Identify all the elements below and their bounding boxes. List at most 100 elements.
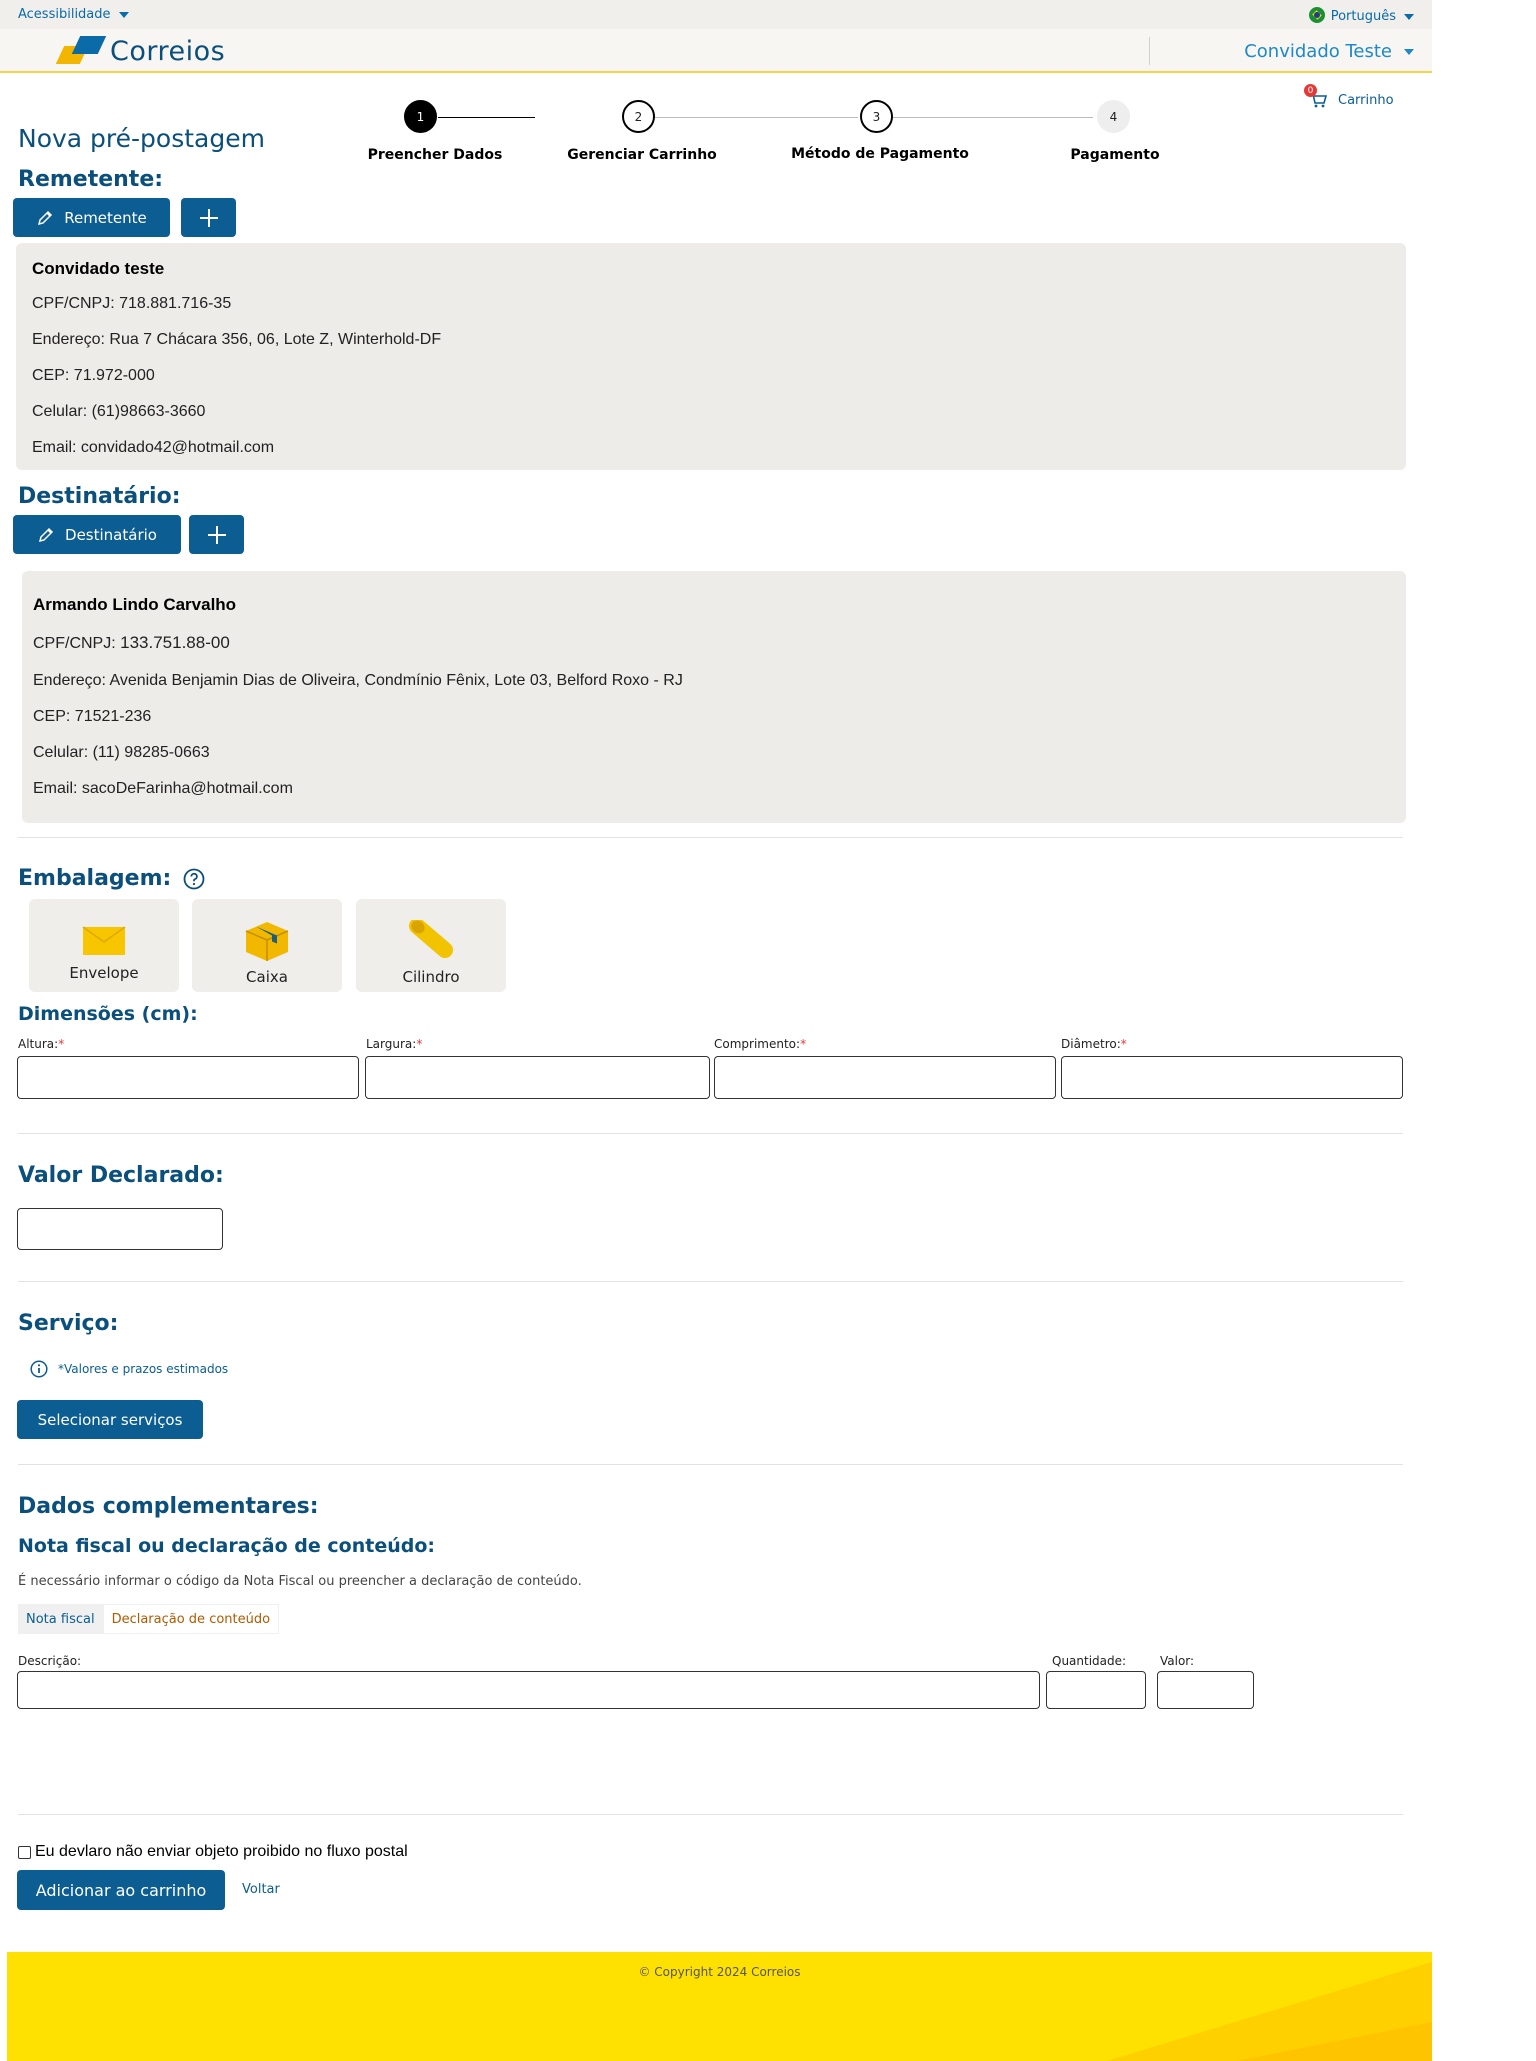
edit-recipient-label: Destinatário bbox=[65, 525, 157, 544]
step-1-label: Preencher Dados bbox=[367, 147, 503, 163]
value-input[interactable] bbox=[1157, 1671, 1254, 1709]
sender-email: Email: convidado42@hotmail.com bbox=[32, 439, 275, 456]
height-label-text: Altura: bbox=[18, 1037, 59, 1051]
top-bar: Acessibilidade Português bbox=[0, 0, 1432, 29]
select-services-button[interactable]: Selecionar serviços bbox=[17, 1400, 203, 1439]
invoice-hint: É necessário informar o código da Nota F… bbox=[18, 1574, 582, 1589]
divider bbox=[18, 1464, 1403, 1465]
height-input[interactable] bbox=[17, 1056, 359, 1099]
service-heading: Serviço: bbox=[18, 1311, 119, 1336]
step-2-label: Gerenciar Carrinho bbox=[567, 147, 717, 163]
description-input[interactable] bbox=[17, 1671, 1040, 1709]
tab-content-declaration[interactable]: Declaração de conteúdo bbox=[102, 1604, 280, 1634]
required-mark: * bbox=[800, 1037, 807, 1051]
packaging-label: Caixa bbox=[246, 968, 288, 986]
step-connector bbox=[438, 117, 535, 118]
accessibility-menu[interactable]: Acessibilidade bbox=[18, 7, 129, 22]
packaging-option-box[interactable]: Caixa bbox=[192, 899, 342, 992]
edit-recipient-button[interactable]: Destinatário bbox=[13, 515, 181, 554]
sender-heading: Remetente: bbox=[18, 167, 164, 192]
packaging-label: Envelope bbox=[69, 964, 139, 982]
sender-address: Endereço: Rua 7 Chácara 356, 06, Lote Z,… bbox=[32, 331, 442, 348]
width-label: Largura:* bbox=[366, 1037, 422, 1051]
correios-logo[interactable]: Correios bbox=[55, 29, 225, 73]
recipient-cpf: CPF/CNPJ: 133.751.88-00 bbox=[33, 633, 230, 653]
recipient-phone: Celular: (11) 98285-0663 bbox=[33, 744, 210, 761]
pencil-icon bbox=[37, 526, 55, 544]
recipient-cpf-label: CPF/CNPJ: bbox=[33, 635, 121, 652]
service-note-text: *Valores e prazos estimados bbox=[58, 1362, 229, 1376]
chevron-down-icon bbox=[118, 11, 129, 18]
length-input[interactable] bbox=[714, 1056, 1056, 1099]
declaration-checkbox-label[interactable]: Eu devlaro não enviar objeto proibido no… bbox=[35, 1843, 408, 1861]
packaging-option-cylinder[interactable]: Cilindro bbox=[356, 899, 506, 992]
divider bbox=[18, 1814, 1403, 1815]
quantity-label: Quantidade: bbox=[1052, 1654, 1127, 1668]
cylinder-icon bbox=[409, 920, 453, 960]
declared-value-input[interactable] bbox=[17, 1208, 223, 1250]
add-to-cart-button[interactable]: Adicionar ao carrinho bbox=[17, 1870, 225, 1910]
edit-sender-label: Remetente bbox=[64, 208, 147, 227]
step-2-circle: 2 bbox=[622, 100, 655, 133]
language-label: Português bbox=[1330, 9, 1396, 24]
width-input[interactable] bbox=[365, 1056, 710, 1099]
sender-cpf: CPF/CNPJ: 718.881.716-35 bbox=[32, 295, 232, 312]
language-selector[interactable]: Português bbox=[1308, 7, 1414, 24]
step-4-circle: 4 bbox=[1097, 100, 1130, 133]
plus-icon bbox=[198, 207, 220, 229]
packaging-heading: Embalagem: bbox=[18, 866, 172, 891]
cart-count-badge: 0 bbox=[1304, 84, 1317, 97]
recipient-heading: Destinatário: bbox=[18, 484, 181, 509]
required-mark: * bbox=[58, 1037, 65, 1051]
divider bbox=[18, 1281, 1403, 1282]
declaration-checkbox[interactable] bbox=[18, 1845, 31, 1859]
accessibility-label: Acessibilidade bbox=[18, 7, 111, 22]
step-4-label: Pagamento bbox=[1070, 147, 1160, 163]
divider bbox=[18, 1133, 1403, 1134]
step-3-circle: 3 bbox=[860, 100, 893, 133]
box-icon bbox=[244, 920, 290, 962]
add-recipient-button[interactable] bbox=[189, 515, 244, 554]
tab-invoice[interactable]: Nota fiscal bbox=[18, 1604, 103, 1634]
copyright: © Copyright 2024 Correios bbox=[638, 1965, 801, 1979]
help-icon[interactable] bbox=[183, 868, 205, 890]
recipient-address: Endereço: Avenida Benjamin Dias de Olive… bbox=[33, 672, 683, 689]
chevron-down-icon bbox=[1404, 13, 1414, 20]
sender-name: Convidado teste bbox=[32, 259, 165, 278]
sender-cep: CEP: 71.972-000 bbox=[32, 367, 155, 384]
sender-card: Convidado teste CPF/CNPJ: 718.881.716-35… bbox=[16, 243, 1406, 470]
packaging-option-envelope[interactable]: Envelope bbox=[29, 899, 179, 992]
divider bbox=[18, 837, 1403, 838]
dimensions-heading: Dimensões (cm): bbox=[18, 1003, 198, 1025]
page-title: Nova pré-postagem bbox=[18, 124, 265, 153]
site-footer: © Copyright 2024 Correios bbox=[7, 1952, 1432, 2061]
user-name: Convidado Teste bbox=[1244, 41, 1392, 62]
edit-sender-button[interactable]: Remetente bbox=[13, 198, 170, 237]
recipient-cep: CEP: 71521-236 bbox=[33, 708, 152, 725]
step-connector bbox=[893, 117, 1093, 118]
add-sender-button[interactable] bbox=[181, 198, 236, 237]
prohibited-items-declaration: Eu devlaro não enviar objeto proibido no… bbox=[18, 1843, 408, 1861]
site-header: Correios Convidado Teste bbox=[0, 29, 1432, 73]
recipient-name: Armando Lindo Carvalho bbox=[33, 595, 237, 614]
envelope-icon bbox=[82, 926, 126, 956]
diameter-input[interactable] bbox=[1061, 1056, 1403, 1099]
packaging-header: Embalagem: bbox=[18, 866, 205, 891]
quantity-input[interactable] bbox=[1046, 1671, 1146, 1709]
brazil-flag-icon bbox=[1308, 7, 1325, 23]
width-label-text: Largura: bbox=[366, 1037, 417, 1051]
info-icon bbox=[30, 1360, 48, 1378]
value-label: Valor: bbox=[1160, 1654, 1195, 1668]
sender-phone: Celular: (61)98663-3660 bbox=[32, 403, 206, 420]
cart-link[interactable]: 0 Carrinho bbox=[1304, 84, 1394, 110]
user-menu[interactable]: Convidado Teste bbox=[1244, 41, 1414, 62]
recipient-email: Email: sacoDeFarinha@hotmail.com bbox=[33, 780, 293, 797]
back-link[interactable]: Voltar bbox=[242, 1882, 280, 1897]
recipient-cpf-value: 133.751.88-00 bbox=[120, 633, 230, 652]
cart-label: Carrinho bbox=[1338, 92, 1394, 108]
packaging-label: Cilindro bbox=[402, 968, 460, 986]
diameter-label-text: Diâmetro: bbox=[1061, 1037, 1121, 1051]
pencil-icon bbox=[36, 209, 54, 227]
service-note: *Valores e prazos estimados bbox=[30, 1360, 228, 1378]
recipient-card: Armando Lindo Carvalho CPF/CNPJ: 133.751… bbox=[22, 571, 1406, 823]
